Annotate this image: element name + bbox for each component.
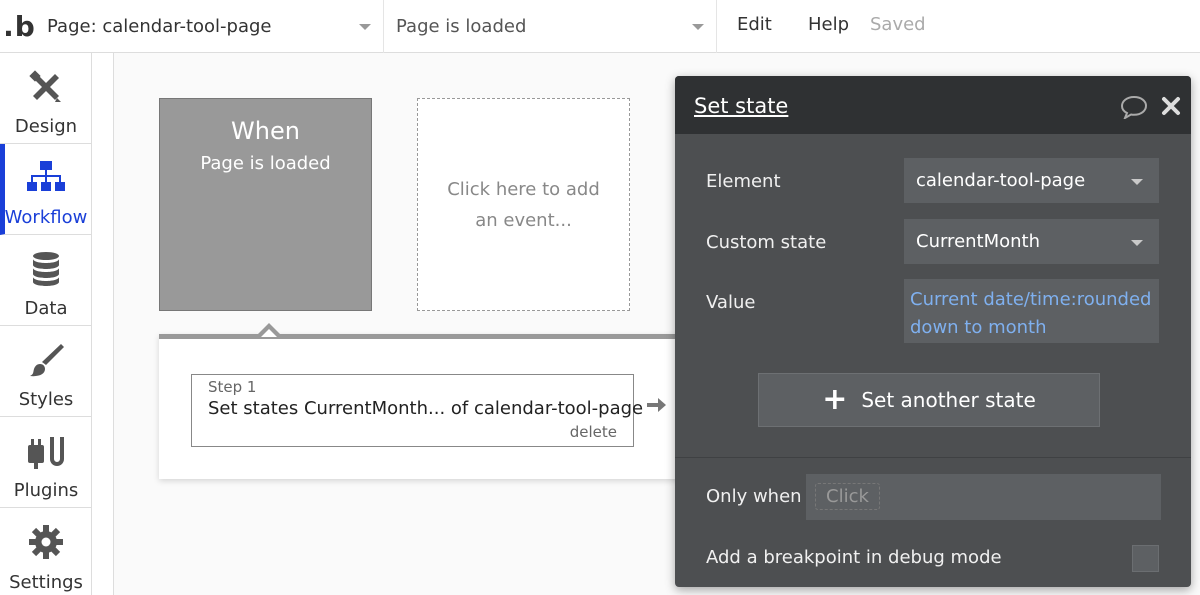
sidebar-item-workflow[interactable]: Workflow xyxy=(0,144,92,235)
sidebar-item-label: Data xyxy=(24,298,68,319)
dialog-divider xyxy=(675,457,1191,458)
edit-menu[interactable]: Edit xyxy=(737,14,772,35)
sidebar-item-label: Design xyxy=(14,116,78,137)
help-menu[interactable]: Help xyxy=(808,14,849,35)
plugins-icon xyxy=(0,431,92,471)
set-another-state-button[interactable]: + Set another state xyxy=(758,373,1100,427)
value-expression[interactable]: Current date/time:rounded down to month xyxy=(910,289,1151,338)
sidebar-item-label: Workflow xyxy=(4,207,88,228)
sidebar-item-label: Plugins xyxy=(13,480,79,501)
gear-icon xyxy=(0,522,92,562)
event-card-page-loaded[interactable]: When Page is loaded xyxy=(159,98,372,311)
only-when-field[interactable]: Click xyxy=(806,474,1161,520)
step-description: Set states CurrentMonth... of calendar-t… xyxy=(208,398,644,419)
plus-icon: + xyxy=(822,382,848,417)
workflow-icon xyxy=(0,158,92,198)
close-icon[interactable] xyxy=(1161,96,1181,116)
sidebar-item-label: Styles xyxy=(18,389,74,410)
chevron-down-icon xyxy=(692,24,704,30)
only-when-label: Only when xyxy=(706,486,802,507)
event-dropdown[interactable]: Page is loaded xyxy=(384,0,717,53)
bubble-logo[interactable]: .b xyxy=(0,0,38,53)
dialog-header: Set state xyxy=(675,76,1191,134)
value-expression-field[interactable]: Current date/time:rounded down to month xyxy=(904,279,1159,343)
event-dropdown-label: Page is loaded xyxy=(396,16,527,37)
sidebar-item-settings[interactable]: Settings xyxy=(0,508,92,595)
custom-state-label: Custom state xyxy=(706,232,827,253)
custom-state-dropdown-value: CurrentMonth xyxy=(916,231,1041,252)
step-delete-link[interactable]: delete xyxy=(570,423,617,441)
arrow-right-icon xyxy=(647,398,666,412)
add-event-label: Click here to add an event... xyxy=(447,178,600,231)
element-dropdown[interactable]: calendar-tool-page xyxy=(904,158,1159,203)
event-card-title: When xyxy=(231,117,300,145)
breakpoint-checkbox[interactable] xyxy=(1132,545,1159,572)
top-bar: .b Page: calendar-tool-page Page is load… xyxy=(0,0,1200,53)
sidebar-item-styles[interactable]: Styles xyxy=(0,326,92,417)
value-label: Value xyxy=(706,292,756,313)
chevron-down-icon xyxy=(1131,240,1143,246)
comment-icon[interactable] xyxy=(1120,95,1148,119)
set-another-state-label: Set another state xyxy=(861,388,1036,412)
sidebar-item-label: Settings xyxy=(9,572,83,593)
data-icon xyxy=(0,249,92,289)
sidebar-gutter xyxy=(92,53,114,595)
panel-pointer-inner xyxy=(261,329,277,337)
styles-icon xyxy=(0,340,92,380)
sidebar-item-data[interactable]: Data xyxy=(0,235,92,326)
chevron-down-icon xyxy=(359,24,371,30)
add-event-placeholder[interactable]: Click here to add an event... xyxy=(417,98,630,311)
custom-state-dropdown[interactable]: CurrentMonth xyxy=(904,219,1159,264)
breakpoint-label: Add a breakpoint in debug mode xyxy=(706,547,1002,568)
workflow-step-1[interactable]: Step 1 Set states CurrentMonth... of cal… xyxy=(191,374,643,447)
design-icon xyxy=(0,67,92,107)
element-label: Element xyxy=(706,171,781,192)
chevron-down-icon xyxy=(1131,179,1143,185)
left-sidebar: Design Workflow Data Styles Plugins Sett… xyxy=(0,53,92,595)
only-when-placeholder[interactable]: Click xyxy=(815,483,880,510)
sidebar-item-plugins[interactable]: Plugins xyxy=(0,417,92,508)
saved-status: Saved xyxy=(870,14,926,35)
element-dropdown-value: calendar-tool-page xyxy=(916,170,1086,191)
page-dropdown-label: Page: calendar-tool-page xyxy=(47,16,272,37)
set-state-dialog: Set state Element calendar-tool-page Cus… xyxy=(675,76,1191,587)
event-card-subtitle: Page is loaded xyxy=(200,153,331,174)
dialog-title[interactable]: Set state xyxy=(694,94,788,118)
sidebar-item-design[interactable]: Design xyxy=(0,53,92,144)
step-number: Step 1 xyxy=(208,378,257,396)
page-dropdown[interactable]: Page: calendar-tool-page xyxy=(38,0,384,53)
